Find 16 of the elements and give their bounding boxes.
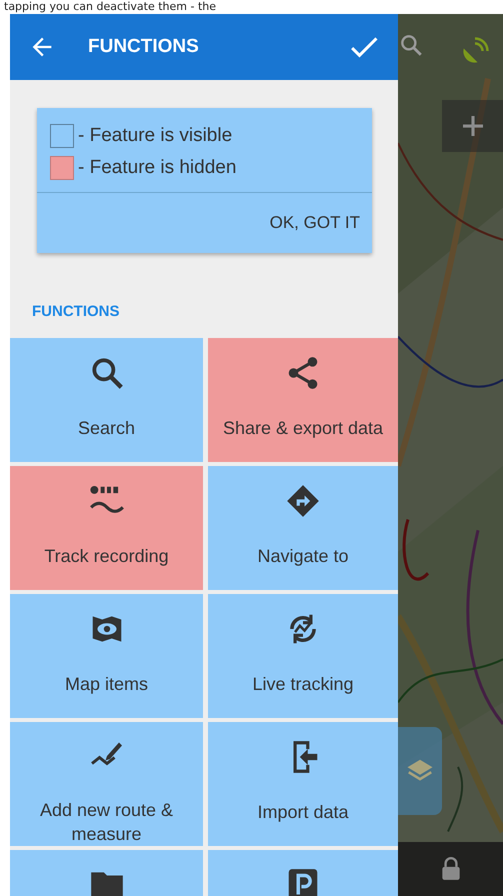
- function-tile[interactable]: Add new route & measure: [10, 722, 203, 846]
- function-tile[interactable]: Import data: [208, 722, 398, 846]
- function-tile[interactable]: Share & export data: [208, 338, 398, 462]
- legend-label: - Feature is hidden: [78, 157, 236, 179]
- search-icon[interactable]: [398, 32, 424, 58]
- function-tile[interactable]: Navigate to: [208, 466, 398, 590]
- ok-got-it-button[interactable]: OK, GOT IT: [270, 213, 360, 233]
- function-tile[interactable]: Search: [10, 338, 203, 462]
- legend-label: - Feature is visible: [78, 125, 232, 147]
- function-tile[interactable]: Track recording: [10, 466, 203, 590]
- caption-text: tapping you can deactivate them - the: [3, 0, 218, 14]
- function-tile[interactable]: Live tracking: [208, 594, 398, 718]
- zoom-in-button[interactable]: [442, 100, 503, 152]
- section-title: FUNCTIONS: [32, 303, 120, 320]
- function-tile[interactable]: Map items: [10, 594, 203, 718]
- screen-title: FUNCTIONS: [88, 36, 200, 58]
